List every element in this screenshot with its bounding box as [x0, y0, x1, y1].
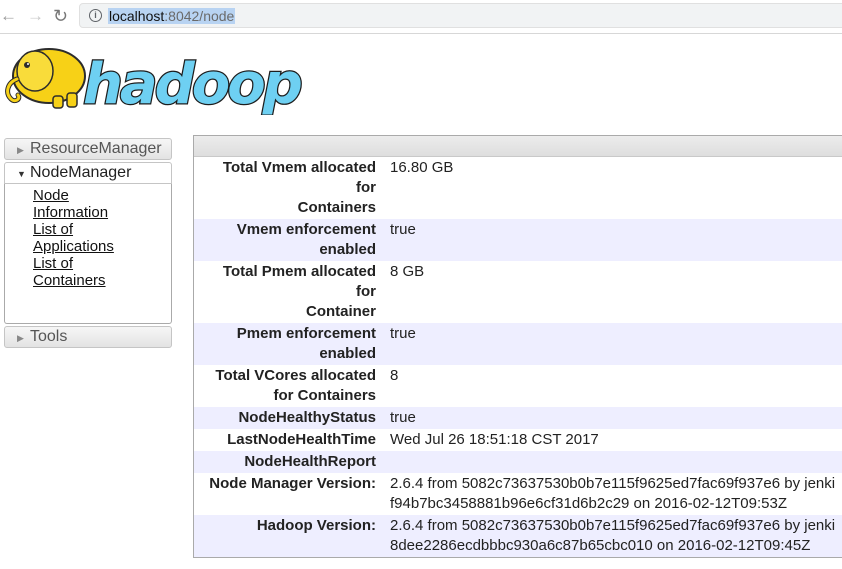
row-value-line: 8 GB: [390, 263, 425, 280]
table-row: Vmem enforcement enabled true: [194, 219, 842, 261]
sidebar: ▶ ResourceManager ▼ NodeManager Node Info…: [4, 138, 172, 348]
info-icon[interactable]: i: [89, 9, 102, 22]
triangle-right-icon: ▶: [17, 333, 24, 343]
tools-label: Tools: [30, 328, 68, 345]
row-value-line: 8dee2286ecdbbbc930a6c87b65cbc010 on 2016…: [390, 537, 811, 554]
table-row: Pmem enforcement enabled true: [194, 323, 842, 365]
row-value-line: Wed Jul 26 18:51:18 CST 2017: [390, 431, 599, 448]
table-row: Node Manager Version: 2.6.4 from 5082c736…: [194, 473, 842, 515]
url-path: :8042/node: [164, 8, 235, 24]
row-key: Total VCores allocated for Containers: [194, 365, 382, 407]
row-value: Wed Jul 26 18:51:18 CST 2017: [382, 429, 842, 451]
resourcemanager-label: ResourceManager: [30, 140, 162, 157]
table-row: NodeHealthReport: [194, 451, 842, 473]
row-key: NodeHealthReport: [194, 451, 382, 473]
url-host: localhost: [109, 8, 165, 24]
svg-text:hadoop: hadoop: [83, 52, 301, 115]
triangle-right-icon: ▶: [17, 145, 24, 155]
url-text[interactable]: localhost:8042/node: [108, 8, 236, 24]
row-value: 2.6.4 from 5082c73637530b0b7e115f9625ed7…: [382, 473, 842, 515]
row-value: [382, 451, 842, 473]
row-value-line: true: [390, 325, 416, 342]
reload-icon[interactable]: ↻: [53, 6, 68, 26]
list-of-containers-link[interactable]: List of Containers: [33, 255, 171, 289]
node-info-table: Total Vmem allocated for Containers 16.80 …: [194, 157, 842, 557]
node-information-link[interactable]: Node Information: [33, 187, 171, 221]
hadoop-logo[interactable]: hadoop: [5, 41, 305, 118]
row-value: 16.80 GB: [382, 157, 842, 219]
table-row: Hadoop Version: 2.6.4 from 5082c73637530b…: [194, 515, 842, 557]
forward-arrow-icon[interactable]: →: [27, 6, 44, 26]
row-key: Hadoop Version:: [194, 515, 382, 557]
table-row: LastNodeHealthTime Wed Jul 26 18:51:18 CS…: [194, 429, 842, 451]
nodemanager-links: Node Information List of Applications List…: [4, 183, 172, 324]
table-row: NodeHealthyStatus true: [194, 407, 842, 429]
hadoop-elephant-icon: hadoop: [5, 48, 305, 118]
list-of-applications-link[interactable]: List of Applications: [33, 221, 171, 255]
row-value: true: [382, 323, 842, 365]
nodemanager-label: NodeManager: [30, 164, 132, 181]
row-value-line: true: [390, 409, 416, 426]
row-key: Node Manager Version:: [194, 473, 382, 515]
row-key: NodeHealthyStatus: [194, 407, 382, 429]
row-key: Total Vmem allocated for Containers: [194, 157, 382, 219]
row-value: 2.6.4 from 5082c73637530b0b7e115f9625ed7…: [382, 515, 842, 557]
resourcemanager-section-header[interactable]: ▶ ResourceManager: [4, 138, 172, 160]
row-value: 8 GB: [382, 261, 842, 323]
row-value: true: [382, 219, 842, 261]
nodemanager-section-header[interactable]: ▼ NodeManager: [4, 162, 172, 184]
triangle-down-icon: ▼: [17, 169, 26, 179]
row-value: true: [382, 407, 842, 429]
back-arrow-icon[interactable]: ←: [0, 6, 17, 26]
row-value-line: 8: [390, 367, 399, 384]
row-key: Vmem enforcement enabled: [194, 219, 382, 261]
browser-toolbar: ← → ↻ i localhost:8042/node: [0, 0, 842, 34]
table-row: Total Vmem allocated for Containers 16.80 …: [194, 157, 842, 219]
address-bar[interactable]: i localhost:8042/node: [79, 3, 842, 28]
table-row: Total VCores allocated for Containers 8: [194, 365, 842, 407]
tools-section-header[interactable]: ▶ Tools: [4, 326, 172, 348]
row-key: Total Pmem allocated for Container: [194, 261, 382, 323]
node-information-panel: Total Vmem allocated for Containers 16.80 …: [193, 135, 842, 558]
row-value-line: 2.6.4 from 5082c73637530b0b7e115f9625ed7…: [390, 517, 836, 534]
row-value-line: 2.6.4 from 5082c73637530b0b7e115f9625ed7…: [390, 475, 836, 492]
row-key: LastNodeHealthTime: [194, 429, 382, 451]
row-value: 8: [382, 365, 842, 407]
row-value-line: true: [390, 221, 416, 238]
row-key: Pmem enforcement enabled: [194, 323, 382, 365]
table-row: Total Pmem allocated for Container 8 GB: [194, 261, 842, 323]
row-value-line: 16.80 GB: [390, 159, 454, 176]
row-value-line: f94b7bc3458881b96e6cf31d6b2c29 on 2016-0…: [390, 495, 788, 512]
panel-header: [194, 136, 842, 157]
